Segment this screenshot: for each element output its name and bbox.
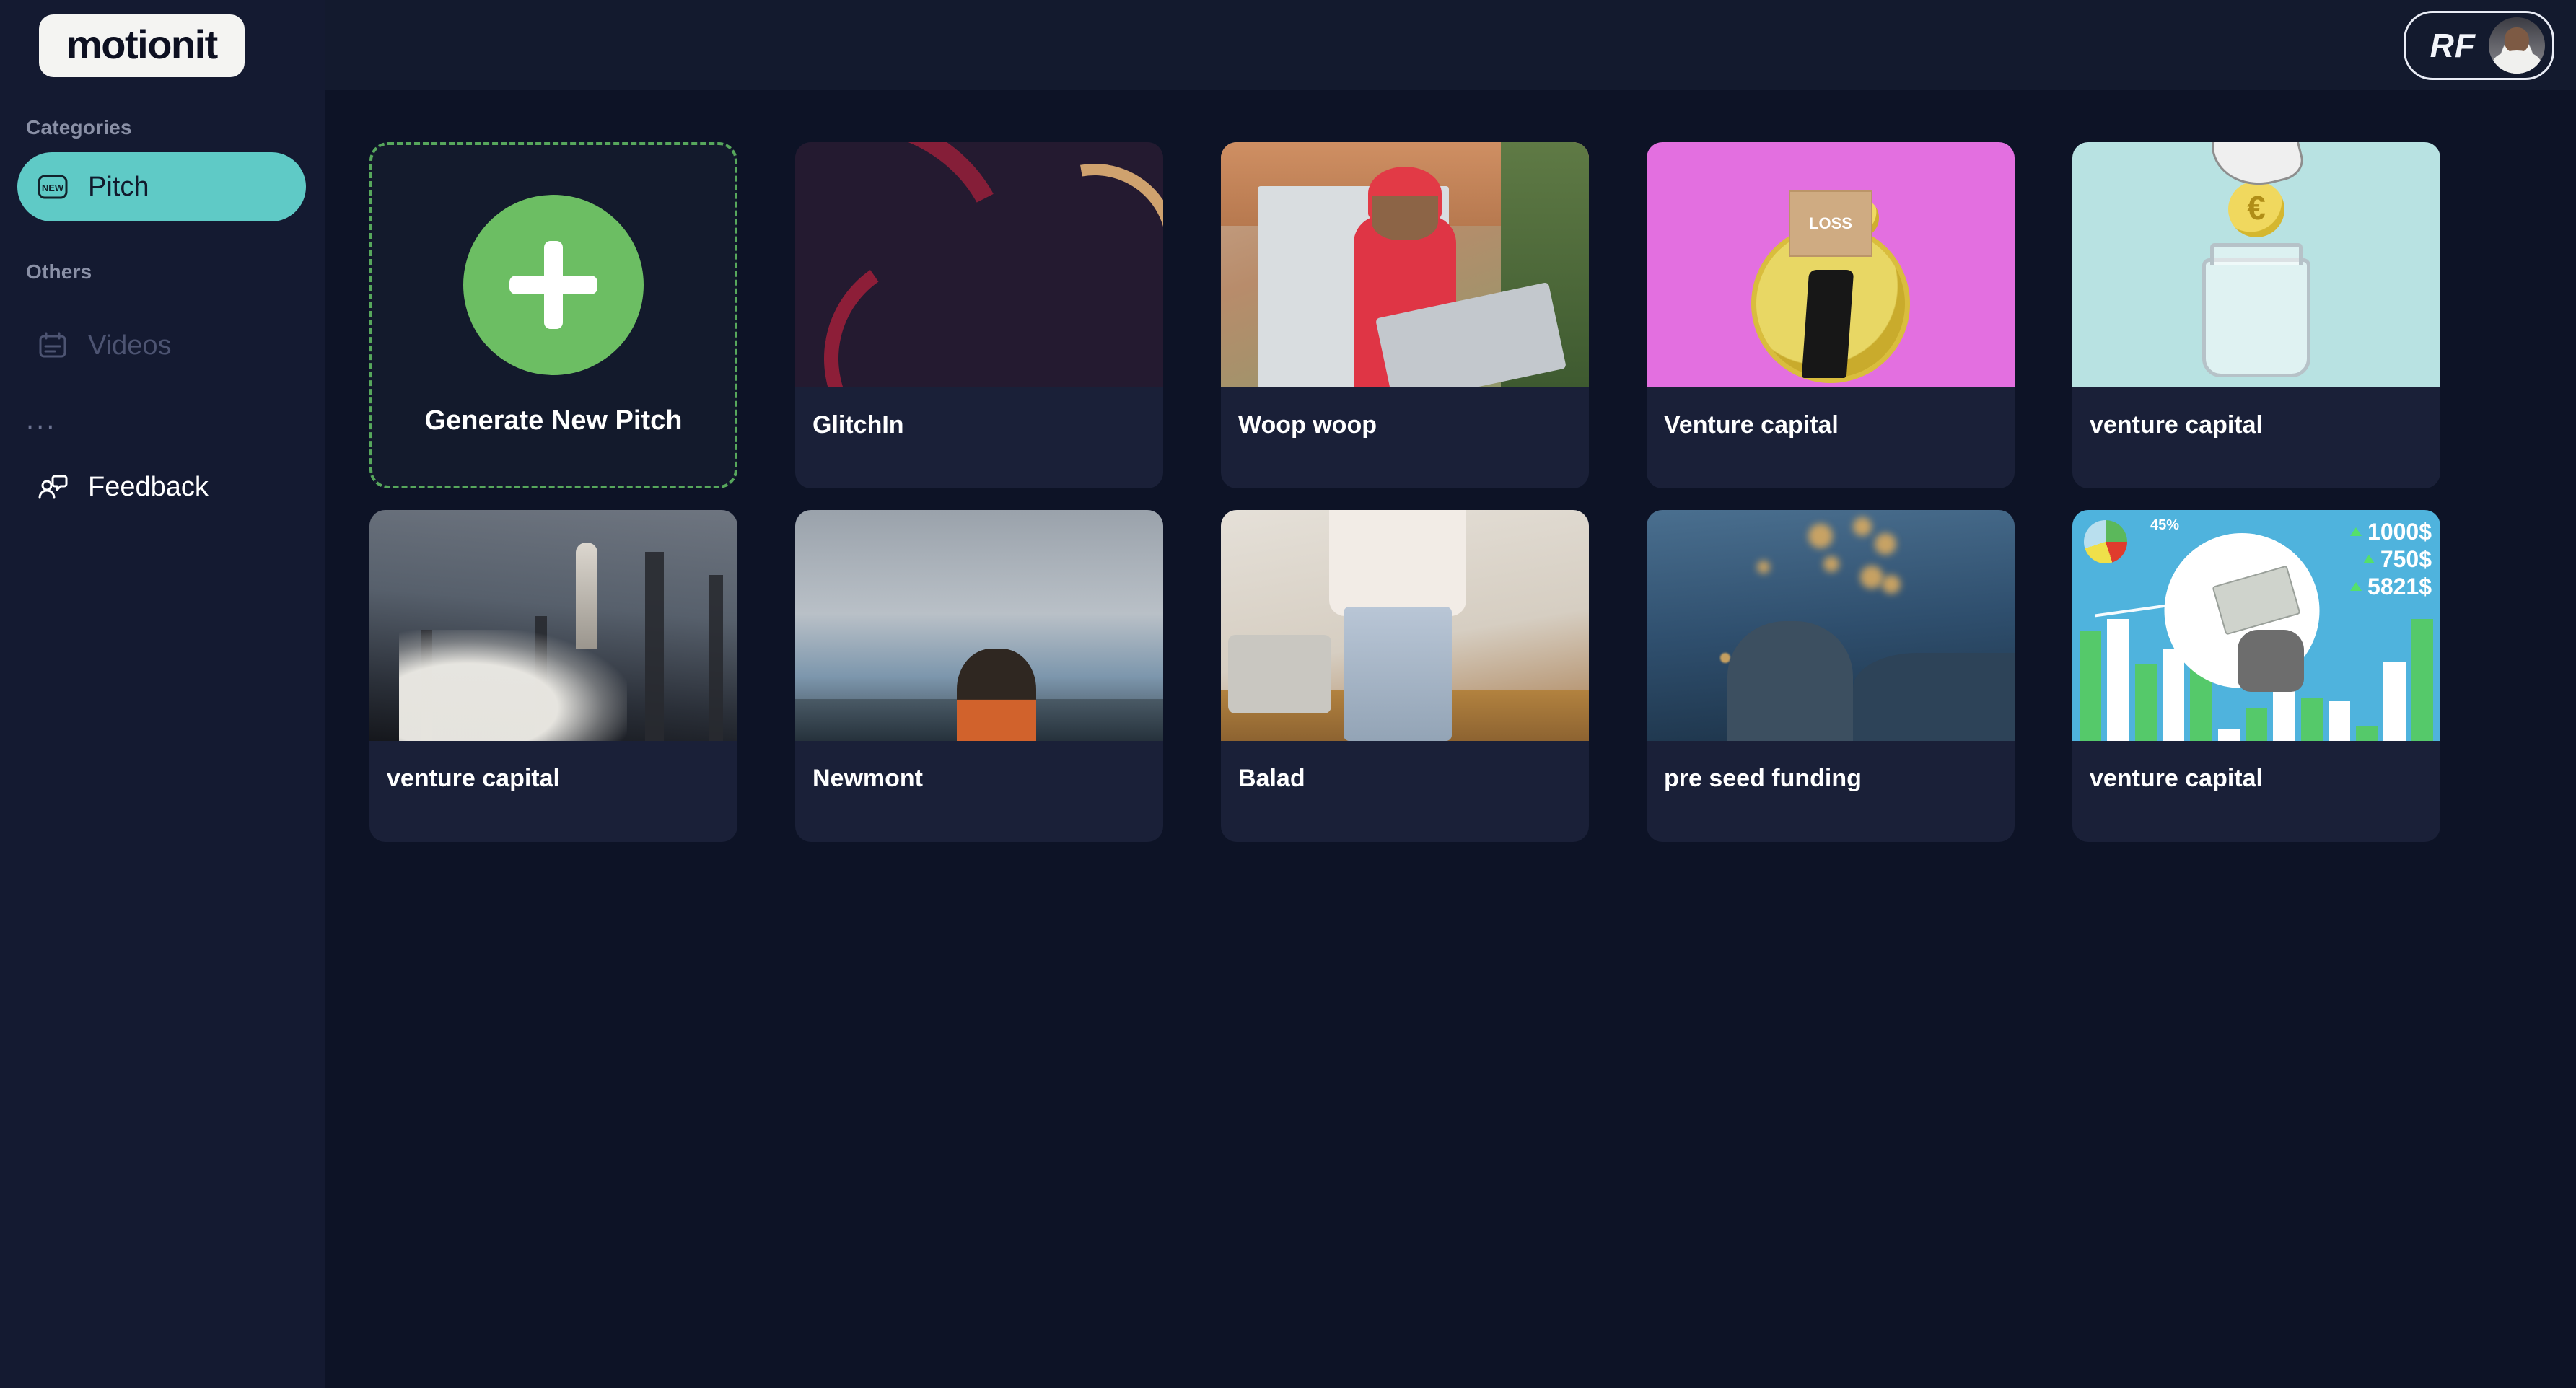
pitch-card[interactable]: venture capital (369, 510, 737, 842)
sidebar-item-feedback[interactable]: Feedback (17, 452, 306, 522)
card-thumbnail (369, 510, 737, 741)
svg-text:NEW: NEW (42, 183, 64, 193)
card-thumbnail: 45% 1000$ 750$ 5821$ (2072, 510, 2440, 741)
new-badge-icon: NEW (36, 170, 69, 203)
card-title: venture capital (387, 765, 560, 792)
chart-readout: 750$ (2350, 548, 2432, 571)
avatar[interactable] (2489, 17, 2545, 74)
sidebar-item-videos[interactable]: Videos (17, 311, 306, 380)
card-title: GlitchIn (812, 411, 904, 439)
loss-box-label: LOSS (1789, 190, 1872, 257)
calendar-icon (36, 329, 69, 362)
chart-readouts: 1000$ 750$ 5821$ (2350, 520, 2432, 598)
card-title: Venture capital (1664, 411, 1839, 439)
generate-new-pitch-label: Generate New Pitch (424, 405, 683, 436)
pitch-card[interactable]: Woop woop (1221, 142, 1589, 488)
brand-logo[interactable]: motionit (39, 14, 245, 77)
chart-readout: 1000$ (2350, 520, 2432, 543)
chart-readout-value: 5821$ (2367, 574, 2432, 599)
pitch-card[interactable]: Newmont (795, 510, 1163, 842)
card-thumbnail (1647, 510, 2015, 741)
main-content: RF Generate New Pitch GlitchIn Woop woop… (325, 0, 2576, 1388)
card-title: Balad (1238, 765, 1305, 792)
sidebar-overflow-dots[interactable]: ... (0, 405, 325, 434)
pitch-card[interactable]: $ LOSS Venture capital (1647, 142, 2015, 488)
legs-illustration (1801, 270, 1854, 378)
sidebar-item-label: Feedback (88, 471, 209, 502)
card-title: venture capital (2090, 765, 2263, 792)
jar-illustration: € (2202, 142, 2310, 377)
euro-coin-icon: € (2228, 181, 2284, 237)
pitch-card[interactable]: GlitchIn (795, 142, 1163, 488)
card-title: Newmont (812, 765, 923, 792)
trend-up-icon (2350, 527, 2362, 536)
sidebar-section-categories: Categories (26, 116, 132, 139)
sidebar-item-label: Videos (88, 330, 172, 361)
card-thumbnail (795, 510, 1163, 741)
card-title: pre seed funding (1664, 765, 1862, 792)
app-root: motionit Categories NEW Pitch Others Vid… (0, 0, 2576, 1388)
card-thumbnail (1221, 510, 1589, 741)
chart-annotation-percent: 45% (2150, 517, 2180, 533)
trend-up-icon (2350, 582, 2362, 591)
plus-icon (463, 194, 644, 375)
pitch-card[interactable]: Balad (1221, 510, 1589, 842)
account-chip[interactable]: RF (2403, 10, 2554, 80)
chart-readout: 5821$ (2350, 575, 2432, 598)
sidebar-item-label: Pitch (88, 171, 149, 202)
feedback-icon (36, 470, 69, 504)
card-title: venture capital (2090, 411, 2263, 439)
card-title: Woop woop (1238, 411, 1377, 439)
pitch-card[interactable]: 45% 1000$ 750$ 5821$ venture capital (2072, 510, 2440, 842)
chart-readout-value: 750$ (2380, 546, 2432, 572)
sidebar-item-pitch[interactable]: NEW Pitch (17, 152, 306, 221)
logo-wrap: motionit (0, 0, 325, 77)
card-thumbnail (795, 142, 1163, 387)
pitch-card[interactable]: € venture capital (2072, 142, 2440, 488)
pitch-card[interactable]: pre seed funding (1647, 510, 2015, 842)
card-thumbnail: € (2072, 142, 2440, 387)
trend-up-icon (2362, 555, 2375, 563)
generate-new-pitch-card[interactable]: Generate New Pitch (369, 142, 737, 488)
topbar: RF (325, 0, 2576, 90)
gold-coin-icon: $ LOSS (1751, 190, 1910, 383)
sidebar: motionit Categories NEW Pitch Others Vid… (0, 0, 325, 1388)
hand-illustration (2238, 630, 2305, 693)
sidebar-section-others: Others (26, 260, 92, 283)
pie-chart-icon (2084, 520, 2127, 563)
card-thumbnail: $ LOSS (1647, 142, 2015, 387)
pitch-grid: Generate New Pitch GlitchIn Woop woop LO… (325, 90, 2576, 842)
card-thumbnail (1221, 142, 1589, 387)
chart-readout-value: 1000$ (2367, 519, 2432, 545)
account-initials: RF (2430, 26, 2476, 64)
